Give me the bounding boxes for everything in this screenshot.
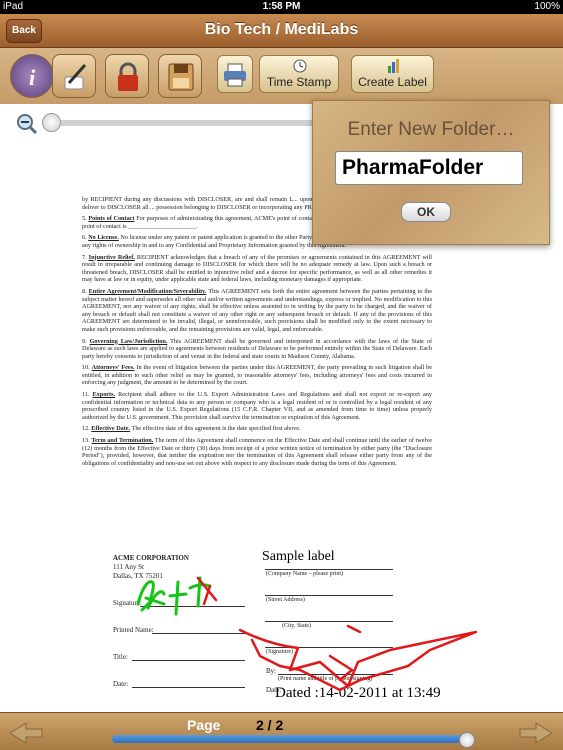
doc-section-number: 10. — [82, 364, 92, 372]
ok-button[interactable]: OK — [401, 202, 451, 222]
doc-section-text: The effective date of this agreement is … — [130, 425, 301, 433]
pen-button[interactable] — [52, 54, 96, 98]
doc-section-text: This AGREEMENT sets forth the entire agr… — [82, 287, 432, 333]
left-title-label: Title: — [113, 653, 128, 661]
doc-section-text: In the event of litigation between the p… — [82, 364, 432, 387]
red-ink-annotation[interactable] — [180, 570, 490, 710]
popup-title: Enter New Folder… — [347, 119, 515, 140]
page-title: Bio Tech / MediLabs — [204, 21, 359, 38]
zoom-slider-track[interactable] — [48, 120, 318, 126]
status-bar: iPad 1:58 PM 100% — [0, 0, 563, 14]
navigation-bar: Back Bio Tech / MediLabs — [0, 14, 563, 48]
doc-section-text: RECIPIENT acknowledges that a breach of … — [82, 253, 433, 284]
chart-icon — [388, 59, 399, 73]
doc-section-heading: No License. — [88, 234, 119, 242]
page-count: 2 / 2 — [256, 717, 284, 733]
doc-section-heading: Entire Agreement/Modification/Severabili… — [88, 287, 207, 295]
clock-icon — [293, 59, 307, 73]
doc-section-heading: Attorneys' Fees. — [91, 364, 135, 372]
save-icon — [168, 63, 194, 91]
doc-section-number: 13. — [82, 437, 92, 445]
print-icon — [224, 63, 246, 87]
battery-level: 100% — [534, 1, 560, 12]
doc-section: 11. Exports. Recipient shall adhere to t… — [82, 391, 432, 421]
print-button[interactable] — [217, 55, 253, 93]
new-folder-popup: Enter New Folder… PharmaFolder OK — [312, 100, 550, 245]
doc-section: 10. Attorneys' Fees. In the event of lit… — [82, 364, 432, 387]
next-page-icon[interactable] — [518, 721, 554, 745]
doc-section-heading: Points of Contact — [88, 215, 135, 223]
doc-section-number: 12. — [82, 425, 92, 433]
doc-section-heading: Term and Termination. — [91, 437, 154, 445]
sample-label: Sample label — [262, 549, 335, 564]
info-button[interactable]: i — [10, 54, 54, 98]
doc-section-number: 9. — [82, 337, 90, 345]
doc-section-text: Recipient shall adhere to the U.S. Expor… — [82, 391, 432, 421]
info-icon: i — [29, 65, 36, 90]
doc-sections: 5. Points of Contact For purposes of adm… — [82, 215, 432, 467]
doc-section: 12. Effective Date. The effective date o… — [82, 425, 432, 433]
save-button[interactable] — [158, 54, 202, 98]
pager-bar: Page 2 / 2 — [0, 712, 563, 750]
page-slider-track[interactable] — [112, 735, 472, 743]
clock: 1:58 PM — [262, 1, 301, 12]
page-label: Page — [187, 717, 221, 733]
zoom-slider-thumb[interactable] — [42, 113, 61, 132]
folder-name-input[interactable]: PharmaFolder — [335, 151, 523, 185]
page-slider-thumb[interactable] — [459, 732, 475, 748]
zoom-out-icon[interactable] — [16, 113, 38, 135]
lock-icon — [118, 62, 138, 91]
doc-section-number: 11. — [82, 391, 93, 399]
acme-name: ACME CORPORATION — [113, 554, 189, 562]
doc-section-heading: Injunctive Relief. — [88, 253, 135, 261]
lock-button[interactable] — [105, 54, 149, 98]
time-stamp-button[interactable]: Time Stamp — [259, 55, 339, 93]
toolbar: i Time Stamp Create Label — [0, 48, 563, 104]
doc-section: 9. Governing Law/Jurisdiction. This AGRE… — [82, 338, 432, 361]
doc-section-heading: Governing Law/Jurisdiction. — [89, 337, 168, 345]
svg-text:i: i — [29, 65, 36, 90]
doc-section-number: 8. — [82, 287, 89, 295]
doc-section: 7. Injunctive Relief. RECIPIENT acknowle… — [82, 254, 432, 284]
create-label-label: Create Label — [358, 75, 427, 89]
doc-section-heading: Effective Date. — [91, 425, 131, 433]
doc-section: 8. Entire Agreement/Modification/Severab… — [82, 288, 432, 334]
pen-icon — [64, 64, 87, 90]
doc-section-number: 7. — [82, 253, 89, 261]
time-stamp-label: Time Stamp — [266, 75, 332, 89]
left-date-label: Date: — [113, 680, 129, 688]
create-label-button[interactable]: Create Label — [351, 55, 434, 93]
doc-section: 13. Term and Termination. The term of th… — [82, 437, 432, 467]
previous-page-icon[interactable] — [8, 721, 44, 745]
doc-section-heading: Exports. — [92, 391, 116, 399]
